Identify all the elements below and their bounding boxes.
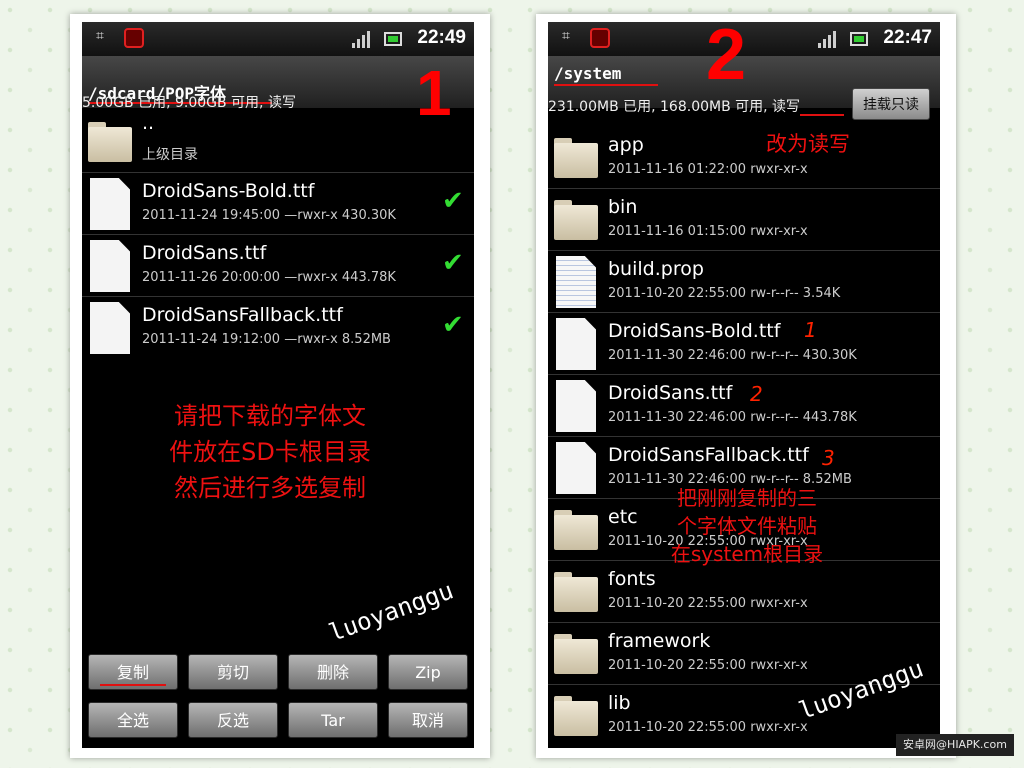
item-name: app	[608, 134, 644, 156]
step-number-1: 1	[416, 57, 452, 129]
item-name: lib	[608, 692, 631, 714]
folder-icon	[554, 572, 598, 612]
signal-icon	[818, 30, 838, 48]
item-tag: 2	[750, 382, 763, 406]
parent-label: 上级目录	[142, 147, 198, 163]
cut-button[interactable]: 剪切	[188, 654, 278, 690]
text-file-icon	[556, 256, 596, 308]
author-watermark: luoyanggu	[325, 576, 457, 648]
storage-info: 5.00GB 已用, 9.00GB 可用, 读写	[82, 95, 296, 111]
instruction-line: 请把下载的字体文	[174, 402, 366, 430]
item-meta: 2011-10-20 22:55:00 rwxr-xr-x	[608, 596, 808, 611]
paste-line: 在system根目录	[670, 542, 824, 566]
file-icon	[90, 178, 130, 230]
file-meta: 2011-11-26 20:00:00 —rwxr-x 443.78K	[142, 270, 396, 285]
instruction-line: 件放在SD卡根目录	[169, 438, 371, 466]
step-number-2: 2	[706, 15, 747, 95]
item-meta: 2011-10-20 22:55:00 rwxr-xr-x	[608, 658, 808, 673]
cancel-button[interactable]: 取消	[388, 702, 468, 738]
list-item-file[interactable]: DroidSans.ttf 2011-11-26 20:00:00 —rwxr-…	[82, 234, 474, 297]
item-meta: 2011-10-20 22:55:00 rw-r--r-- 3.54K	[608, 286, 841, 301]
check-icon[interactable]: ✔	[442, 312, 468, 338]
item-name: DroidSansFallback.ttf	[608, 444, 809, 466]
item-meta: 2011-11-16 01:22:00 rwxr-xr-x	[608, 162, 808, 177]
check-icon[interactable]: ✔	[442, 188, 468, 214]
battery-icon	[384, 32, 402, 46]
file-meta: 2011-11-24 19:45:00 —rwxr-x 430.30K	[142, 208, 396, 223]
file-icon	[556, 380, 596, 432]
item-tag: 3	[822, 446, 835, 470]
status-bar: ⌗ 22:49	[82, 22, 474, 56]
file-icon	[90, 302, 130, 354]
file-icon	[90, 240, 130, 292]
usb-debug-icon: ⌗	[562, 28, 570, 44]
notification-icon[interactable]	[590, 28, 610, 48]
file-name: DroidSansFallback.ttf	[142, 304, 343, 326]
select-all-button[interactable]: 全选	[88, 702, 178, 738]
rw-annotation: 改为读写	[766, 132, 850, 156]
item-meta: 2011-11-16 01:15:00 rwxr-xr-x	[608, 224, 808, 239]
signal-icon	[352, 30, 372, 48]
item-name: DroidSans-Bold.ttf	[608, 320, 781, 342]
list-item-folder[interactable]: app 2011-11-16 01:22:00 rwxr-xr-x	[548, 126, 940, 189]
left-phone-screen: ⌗ 22:49 /sdcard/POP字体 5.00GB 已用, 9.00GB …	[82, 22, 474, 748]
folder-icon	[554, 634, 598, 674]
check-icon[interactable]: ✔	[442, 250, 468, 276]
paste-annotation: 把刚刚复制的三 个字体文件粘贴 在system根目录	[654, 484, 840, 568]
current-path[interactable]: /system	[554, 64, 621, 83]
folder-icon	[554, 696, 598, 736]
item-name: DroidSans.ttf	[608, 382, 733, 404]
list-item-file[interactable]: DroidSans-Bold.ttf 2011-11-24 19:45:00 —…	[82, 172, 474, 235]
zip-button[interactable]: Zip	[388, 654, 468, 690]
item-name: bin	[608, 196, 638, 218]
item-name: fonts	[608, 568, 656, 590]
path-underline-mark	[554, 84, 658, 86]
usb-debug-icon: ⌗	[96, 28, 104, 44]
item-tag: 1	[804, 318, 817, 342]
file-icon	[556, 442, 596, 494]
item-meta: 2011-11-30 22:46:00 rw-r--r-- 443.78K	[608, 410, 857, 425]
list-item-folder[interactable]: fonts 2011-10-20 22:55:00 rwxr-xr-x	[548, 560, 940, 623]
source-badge: 安卓网@HIAPK.com	[896, 734, 1014, 756]
folder-icon	[554, 510, 598, 550]
instruction-annotation: 请把下载的字体文 件放在SD卡根目录 然后进行多选复制	[150, 398, 390, 506]
invert-selection-button[interactable]: 反选	[188, 702, 278, 738]
list-item-file[interactable]: build.prop 2011-10-20 22:55:00 rw-r--r--…	[548, 250, 940, 313]
right-phone-screen: ⌗ 22:47 /system 231.00MB 已用, 168.00MB 可用…	[548, 22, 940, 748]
paste-line: 个字体文件粘贴	[677, 514, 817, 538]
storage-info: 231.00MB 已用, 168.00MB 可用, 读写	[548, 99, 801, 115]
instruction-line: 然后进行多选复制	[174, 474, 366, 502]
file-meta: 2011-11-24 19:12:00 —rwxr-x 8.52MB	[142, 332, 391, 347]
file-name: DroidSans.ttf	[142, 242, 267, 264]
parent-name: ..	[142, 112, 155, 134]
folder-icon	[554, 200, 598, 240]
paste-line: 把刚刚复制的三	[677, 486, 817, 510]
notification-icon[interactable]	[124, 28, 144, 48]
folder-icon	[88, 122, 132, 162]
list-item-file[interactable]: DroidSans-Bold.ttf 1 2011-11-30 22:46:00…	[548, 312, 940, 375]
item-meta: 2011-10-20 22:55:00 rwxr-xr-x	[608, 720, 808, 735]
status-time: 22:47	[883, 27, 932, 48]
file-name: DroidSans-Bold.ttf	[142, 180, 315, 202]
tar-button[interactable]: Tar	[288, 702, 378, 738]
list-item-folder[interactable]: bin 2011-11-16 01:15:00 rwxr-xr-x	[548, 188, 940, 251]
item-name: framework	[608, 630, 711, 652]
mount-readonly-button[interactable]: 挂载只读	[852, 88, 930, 120]
list-item-file[interactable]: DroidSans.ttf 2 2011-11-30 22:46:00 rw-r…	[548, 374, 940, 437]
battery-icon	[850, 32, 868, 46]
list-item-file[interactable]: DroidSansFallback.ttf 2011-11-24 19:12:0…	[82, 296, 474, 358]
item-meta: 2011-11-30 22:46:00 rw-r--r-- 430.30K	[608, 348, 857, 363]
status-time: 22:49	[417, 27, 466, 48]
copy-underline-mark	[100, 684, 166, 686]
file-icon	[556, 318, 596, 370]
item-name: etc	[608, 506, 638, 528]
folder-icon	[554, 138, 598, 178]
rw-underline-mark	[800, 114, 844, 116]
delete-button[interactable]: 删除	[288, 654, 378, 690]
item-name: build.prop	[608, 258, 704, 280]
